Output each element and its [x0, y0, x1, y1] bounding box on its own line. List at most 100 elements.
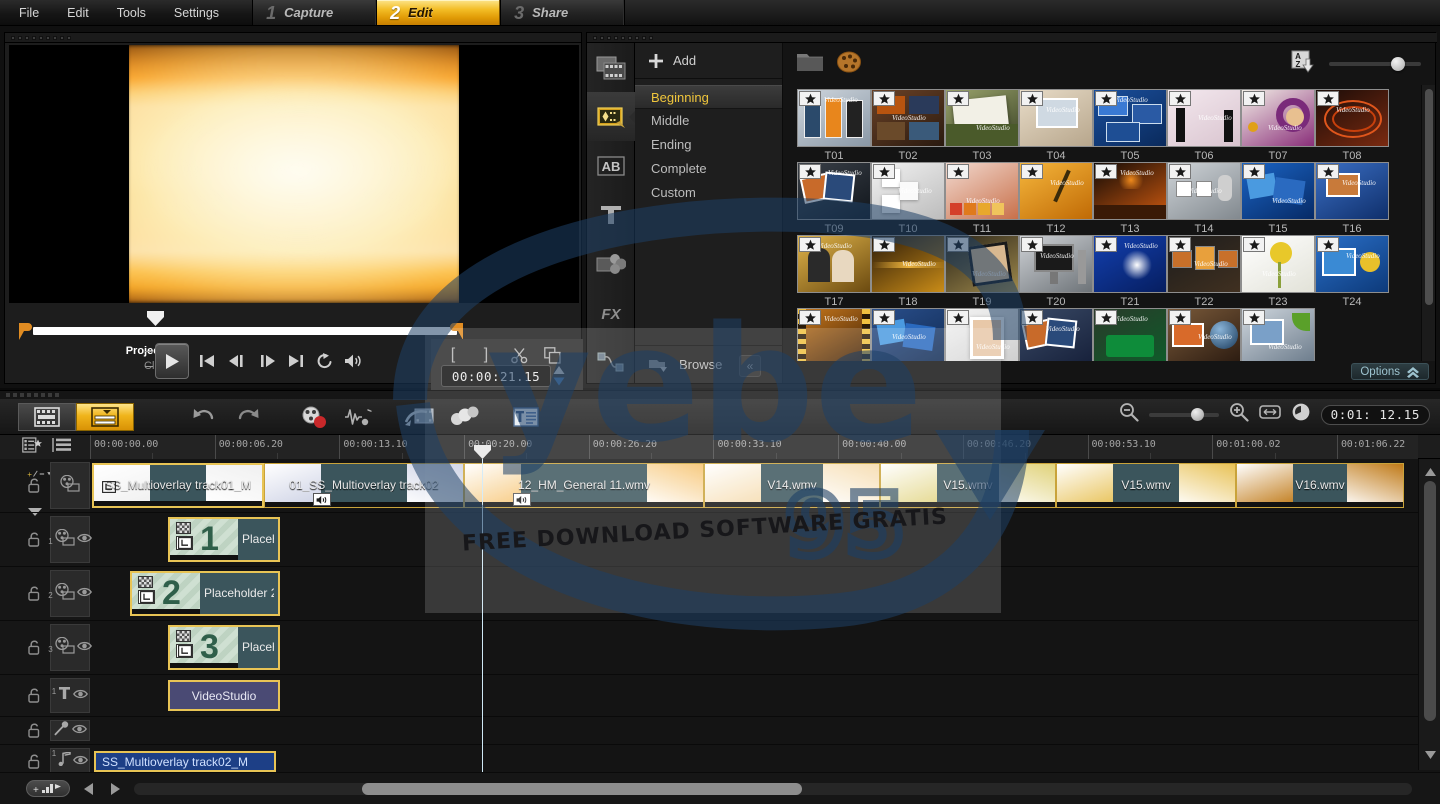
thumbnail[interactable]: VideoStudio — [871, 89, 945, 147]
scrub-track[interactable] — [33, 327, 457, 335]
track-lock-icon[interactable] — [26, 532, 42, 548]
library-item[interactable]: VideoStudio T04 — [1019, 89, 1093, 162]
mode-project-label[interactable]: Project — [101, 344, 163, 359]
timeline-playhead-line[interactable] — [482, 459, 483, 772]
library-item[interactable]: VideoStudio T07 — [1241, 89, 1315, 162]
timeline-playhead-marker[interactable] — [474, 445, 491, 459]
enlarge-preview-icon[interactable] — [540, 345, 564, 365]
scroll-down-arrow[interactable] — [1425, 746, 1436, 764]
vertical-scroll-thumb[interactable] — [1424, 481, 1436, 721]
library-item[interactable]: VideoStudio T14 — [1167, 162, 1241, 235]
track-lane[interactable]: SS_Multioverlay track01_M 01_SS_Multiover… — [92, 459, 1418, 512]
track-lock-icon[interactable] — [26, 478, 42, 494]
media-icon[interactable] — [587, 43, 635, 92]
thumbnail[interactable]: VideoStudio — [1167, 162, 1241, 220]
thumbnail[interactable]: VideoStudio — [1019, 162, 1093, 220]
eye-icon[interactable] — [76, 531, 92, 549]
library-item[interactable]: VideoStudio T02 — [871, 89, 945, 162]
thumbnail[interactable]: VideoStudio — [1315, 235, 1389, 293]
clip-audio-icon[interactable] — [513, 493, 531, 506]
thumbnail[interactable]: VideoStudio — [1019, 89, 1093, 147]
library-item[interactable]: VideoStudio T17 — [797, 235, 871, 308]
options-button[interactable]: Options — [1351, 363, 1429, 380]
preview-playhead[interactable] — [147, 311, 164, 326]
timeline-vertical-scrollbar[interactable] — [1418, 459, 1440, 770]
track-lane[interactable]: VideoStudio — [92, 675, 1418, 716]
library-item[interactable]: VideoStudio T08 — [1315, 89, 1389, 162]
audio-mixer-icon[interactable] — [336, 402, 380, 432]
record-capture-icon[interactable] — [292, 402, 336, 432]
preview-screen[interactable] — [9, 45, 579, 303]
track-lane[interactable] — [92, 717, 1418, 744]
tab-capture[interactable]: 1 Capture — [252, 0, 377, 25]
eye-icon[interactable] — [71, 722, 87, 740]
scroll-right-button[interactable] — [108, 781, 122, 797]
favorite-star-icon[interactable] — [1021, 91, 1043, 106]
timeline-ruler[interactable]: 00:00:00.00 00:00:06.20 00:00:13.10 00:00:2… — [90, 435, 1418, 459]
library-item[interactable]: VideoStudio T23 — [1241, 235, 1315, 308]
favorite-star-icon[interactable] — [947, 310, 969, 325]
graphic-icon[interactable] — [587, 239, 635, 288]
library-item[interactable]: VideoStudio T22 — [1167, 235, 1241, 308]
thumbnail[interactable]: VideoStudio — [1241, 308, 1315, 361]
video-clip[interactable]: SS_Multioverlay track01_M — [92, 463, 264, 508]
redo-icon[interactable] — [226, 402, 270, 432]
title-clip[interactable]: VideoStudio — [168, 680, 280, 711]
eye-icon[interactable] — [76, 585, 92, 603]
favorite-star-icon[interactable] — [1169, 164, 1191, 179]
favorite-star-icon[interactable] — [799, 237, 821, 252]
track-lane[interactable]: 1Placeholder 1 — [92, 513, 1418, 566]
thumbnail[interactable]: VideoStudio — [871, 235, 945, 293]
tab-share[interactable]: 3 Share — [500, 0, 625, 25]
scroll-up-arrow[interactable] — [1425, 463, 1436, 481]
favorite-star-icon[interactable] — [1243, 310, 1265, 325]
cut-clip-icon[interactable] — [507, 345, 531, 365]
thumbnail[interactable]: VideoStudio — [1241, 235, 1315, 293]
trim-handle-start[interactable] — [17, 323, 33, 340]
thumbnail[interactable]: VideoStudio — [1093, 89, 1167, 147]
track-lock-icon[interactable] — [26, 754, 42, 770]
timecode-clock-icon[interactable] — [1291, 402, 1311, 427]
thumbnail[interactable]: VideoStudio — [871, 308, 945, 361]
track-head[interactable]: 2 — [48, 570, 92, 617]
category-ending[interactable]: Ending — [635, 133, 782, 157]
favorite-star-icon[interactable] — [873, 310, 895, 325]
zoom-out-icon[interactable] — [1119, 402, 1139, 427]
favorite-star-icon[interactable] — [1243, 164, 1265, 179]
preview-panel-grip[interactable] — [5, 33, 581, 43]
favorite-star-icon[interactable] — [1169, 91, 1191, 106]
track-head[interactable] — [50, 720, 90, 741]
thumbnail[interactable]: VideoStudio — [1093, 235, 1167, 293]
library-item[interactable]: VideoStudio — [1093, 308, 1167, 361]
library-item[interactable]: VideoStudio — [945, 308, 1019, 361]
tab-edit[interactable]: 2 Edit — [376, 0, 501, 25]
path-icon[interactable] — [587, 337, 635, 386]
library-item[interactable]: VideoStudio — [1019, 308, 1093, 361]
gallery-scrollbar[interactable] — [1421, 85, 1435, 361]
library-item[interactable]: VideoStudio — [1241, 308, 1315, 361]
track-lock-icon[interactable] — [26, 640, 42, 656]
sort-az-icon[interactable]: AZ — [1291, 50, 1315, 79]
library-item[interactable]: VideoStudio T03 — [945, 89, 1019, 162]
menu-settings[interactable]: Settings — [171, 4, 222, 22]
fx-icon[interactable]: FX — [587, 288, 635, 337]
play-button[interactable] — [155, 343, 189, 379]
category-middle[interactable]: Middle — [635, 109, 782, 133]
timeline-view-button[interactable] — [76, 402, 134, 431]
video-clip[interactable]: V16.wmv — [1236, 463, 1404, 508]
thumbnail[interactable]: VideoStudio — [797, 235, 871, 293]
favorite-star-icon[interactable] — [1021, 237, 1043, 252]
favorite-star-icon[interactable] — [1243, 91, 1265, 106]
library-item[interactable]: VideoStudio — [797, 308, 871, 361]
favorite-star-icon[interactable] — [947, 164, 969, 179]
library-item[interactable]: VideoStudio T11 — [945, 162, 1019, 235]
track-head[interactable]: 1 — [50, 748, 90, 775]
jump-to-start-button[interactable] — [195, 349, 219, 373]
clip-audio-icon[interactable] — [313, 493, 331, 506]
batch-convert-icon[interactable] — [398, 402, 442, 432]
favorite-star-icon[interactable] — [799, 164, 821, 179]
repeat-button[interactable] — [313, 349, 337, 373]
storyboard-view-button[interactable] — [18, 402, 76, 431]
transition-icon[interactable] — [587, 92, 636, 141]
favorite-star-icon[interactable] — [1317, 164, 1339, 179]
